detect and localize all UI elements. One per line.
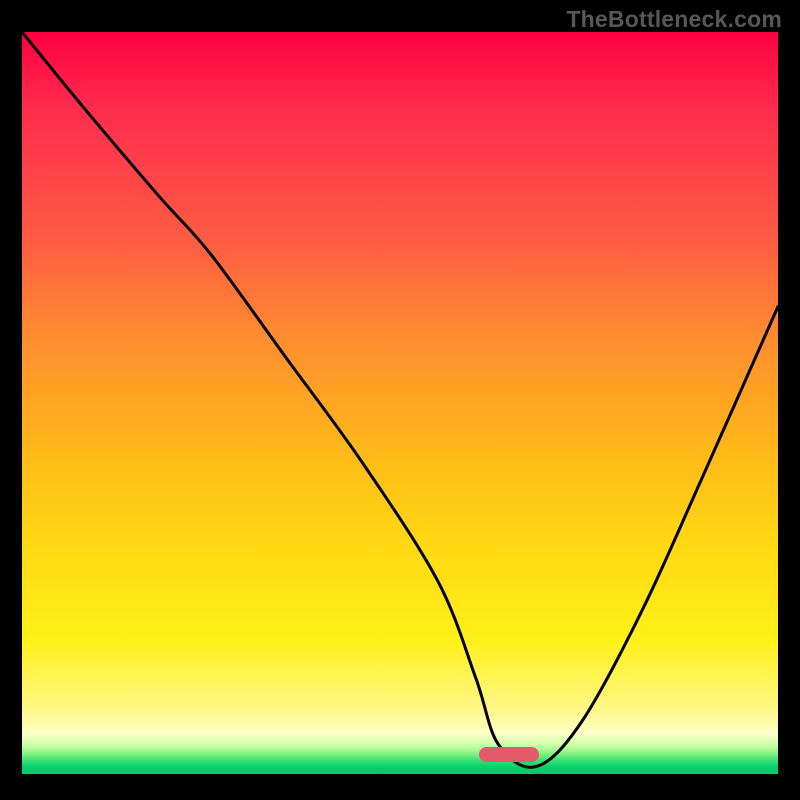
plot-area — [22, 32, 778, 774]
app-frame: TheBottleneck.com — [0, 0, 800, 800]
optimal-marker — [479, 747, 539, 762]
bottleneck-curve — [22, 32, 778, 774]
bottleneck-curve-path — [22, 32, 778, 767]
watermark-text: TheBottleneck.com — [566, 6, 782, 33]
